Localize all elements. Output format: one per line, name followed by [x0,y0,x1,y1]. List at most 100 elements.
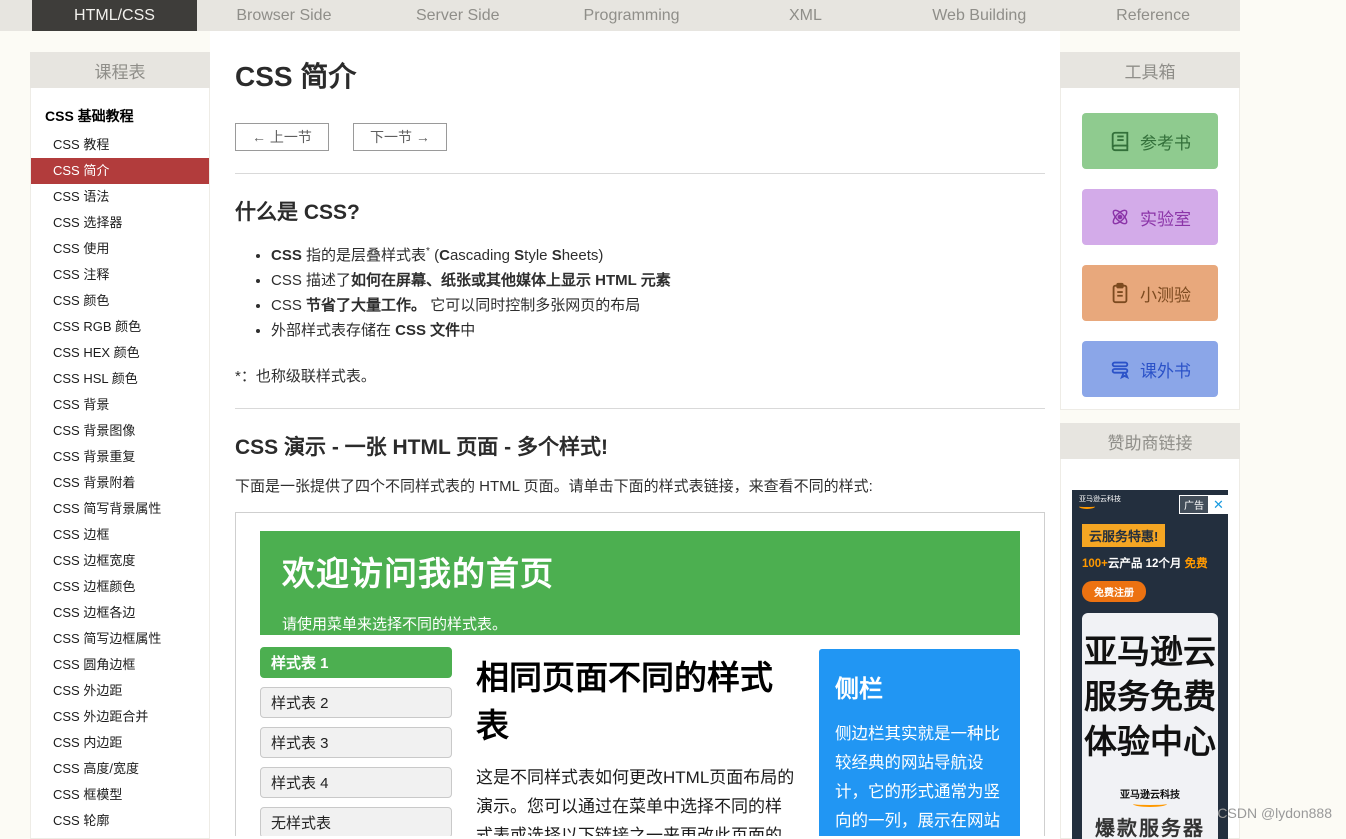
sidebar-item[interactable]: CSS 背景重复 [31,444,209,470]
css-demo-heading: CSS 演示 - 一张 HTML 页面 - 多个样式! [235,431,1045,461]
sidebar-item[interactable]: CSS RGB 颜色 [31,314,209,340]
demo-banner-subtitle: 请使用菜单来选择不同的样式表。 [282,613,998,634]
css-demo-frame: 欢迎访问我的首页 请使用菜单来选择不同的样式表。 样式表 1样式表 2样式表 3… [235,512,1045,836]
sponsor-title: 赞助商链接 [1108,429,1193,454]
ad-promo-suffix: 免费 [1185,558,1208,570]
bullet-item: CSS 描述了如何在屏幕、纸张或其他媒体上显示 HTML 元素 [271,269,1045,293]
page-title: CSS 简介 [235,55,1045,95]
toolbox-button-books[interactable]: 课外书 [1082,341,1218,397]
what-is-css-list: CSS 指的是层叠样式表* (Cascading Style Sheets)CS… [271,240,1045,343]
sidebar-item[interactable]: CSS 内边距 [31,730,209,756]
bullet-item: 外部样式表存储在 CSS 文件中 [271,319,1045,343]
main-content: CSS 简介 ← 上一节 下一节 → 什么是 CSS? CSS 指的是层叠样式表… [235,55,1045,836]
sidebar-item[interactable]: CSS 注释 [31,262,209,288]
sidebar-item[interactable]: CSS 颜色 [31,288,209,314]
ad-promo-badge: 云服务特惠! [1082,524,1165,547]
smile-icon [1133,801,1167,807]
footnote: *：也称级联样式表。 [235,365,1045,386]
toolbox-title: 工具箱 [1125,58,1176,83]
sidebar-item[interactable]: CSS 轮廓 [31,808,209,834]
sidebar-item[interactable]: CSS 简写背景属性 [31,496,209,522]
demo-sidebar-text: 侧边栏其实就是一种比较经典的网站导航设计，它的形式通常为竖向的一列，展示在网站的… [835,720,1004,836]
nav-tab-web-building[interactable]: Web Building [892,0,1066,31]
ad-promo-line: 100+云产品 12个月 免费 [1082,555,1228,571]
divider [235,408,1045,409]
ad-label: 广告 [1179,495,1209,514]
ad-card-brand-text: 亚马逊云科技 [1120,790,1180,801]
toolbox-button-atom[interactable]: 实验室 [1082,189,1218,245]
close-icon[interactable]: ✕ [1209,495,1228,514]
books-icon [1109,358,1131,380]
toolbox-buttons: 参考书实验室小测验课外书 [1060,88,1240,410]
ad-flag: 广告 ✕ [1179,495,1228,514]
demo-menu: 样式表 1 样式表 2 样式表 3 样式表 4 无样式表 [260,647,452,836]
ad-card: 亚马逊云服务免费体验中心 亚马逊云科技 [1082,613,1218,833]
sidebar-item[interactable]: CSS 边框宽度 [31,548,209,574]
nav-tab-programming[interactable]: Programming [545,0,719,31]
bullet-item: CSS 指的是层叠样式表* (Cascading Style Sheets) [271,240,1045,268]
demo-main-text: 这是不同样式表如何更改HTML页面布局的演示。您可以通过在菜单中选择不同的样式表… [476,763,795,836]
ad-card-title: 亚马逊云服务免费体验中心 [1082,629,1218,764]
sidebar-item[interactable]: CSS 圆角边框 [31,652,209,678]
sidebar-item[interactable]: CSS 简写边框属性 [31,626,209,652]
course-list: CSS 基础教程 CSS 教程CSS 简介CSS 语法CSS 选择器CSS 使用… [30,88,210,839]
ad-bottom-text: 爆款服务器 云 [1082,809,1218,839]
toolbox-button-label: 实验室 [1140,205,1191,230]
sidebar-item[interactable]: CSS 边框各边 [31,600,209,626]
demo-menu-item[interactable]: 样式表 1 [260,647,452,678]
next-section-button[interactable]: 下一节 → [353,123,447,151]
ad-cta-button[interactable]: 免费注册 [1082,581,1146,602]
sidebar-item[interactable]: CSS 教程 [31,132,209,158]
nav-tab-server-side[interactable]: Server Side [371,0,545,31]
ad-promo-mid: 云产品 12个月 [1108,558,1182,570]
nav-tab-html-css[interactable]: HTML/CSS [32,0,197,31]
toolbox-button-label: 课外书 [1140,357,1191,382]
sidebar-item[interactable]: CSS 高度/宽度 [31,756,209,782]
nav-tab-xml[interactable]: XML [718,0,892,31]
course-group-heading[interactable]: CSS 基础教程 [31,100,209,132]
course-sidebar-title: 课程表 [95,58,146,83]
course-sidebar: 课程表 CSS 基础教程 CSS 教程CSS 简介CSS 语法CSS 选择器CS… [30,52,210,839]
nav-tab-browser-side[interactable]: Browser Side [197,0,371,31]
sidebar-item[interactable]: CSS HSL 颜色 [31,366,209,392]
nav-tab-reference[interactable]: Reference [1066,0,1240,31]
what-is-css-heading: 什么是 CSS? [235,196,1045,226]
sidebar-item[interactable]: CSS 选择器 [31,210,209,236]
ad-top-bar: 亚马逊云科技 广告 ✕ [1072,490,1228,514]
toolbox-button-label: 小测验 [1140,281,1191,306]
sponsor-panel: 亚马逊云科技 广告 ✕ 云服务特惠! 100+云产品 12个月 免费 免费注册 … [1060,459,1240,839]
demo-menu-item[interactable]: 样式表 4 [260,767,452,798]
sidebar-item[interactable]: CSS 背景 [31,392,209,418]
clipboard-icon [1109,282,1131,304]
sidebar-item[interactable]: CSS 外边距 [31,678,209,704]
sidebar-item[interactable]: CSS 边框 [31,522,209,548]
ad-brand-text: 亚马逊云科技 [1079,496,1121,503]
prev-section-button[interactable]: ← 上一节 [235,123,329,151]
bullet-item: CSS 节省了大量工作。 它可以同时控制多张网页的布局 [271,294,1045,318]
course-sidebar-header: 课程表 [30,52,210,88]
demo-main-heading: 相同页面不同的样式表 [476,651,795,747]
sidebar-item[interactable]: CSS 背景附着 [31,470,209,496]
sidebar-item[interactable]: CSS HEX 颜色 [31,340,209,366]
demo-sidebar-heading: 侧栏 [835,669,1004,704]
demo-menu-item[interactable]: 样式表 3 [260,727,452,758]
demo-sidebar: 侧栏 侧边栏其实就是一种比较经典的网站导航设计，它的形式通常为竖向的一列，展示在… [819,649,1020,836]
ad-card-brand: 亚马逊云科技 [1120,786,1180,807]
demo-menu-item[interactable]: 无样式表 [260,807,452,836]
demo-menu-item[interactable]: 样式表 2 [260,687,452,718]
toolbox-button-reference-book[interactable]: 参考书 [1082,113,1218,169]
sidebar-item[interactable]: CSS 简介 [31,158,209,184]
sidebar-item[interactable]: CSS 外边距合并 [31,704,209,730]
ad-promo-prefix: 100+ [1082,558,1108,570]
sidebar-item[interactable]: CSS 使用 [31,236,209,262]
sidebar-item[interactable]: CSS 边框颜色 [31,574,209,600]
sidebar-item[interactable]: CSS 背景图像 [31,418,209,444]
toolbox-button-clipboard[interactable]: 小测验 [1082,265,1218,321]
css-demo-intro: 下面是一张提供了四个不同样式表的 HTML 页面。请单击下面的样式表链接，来查看… [235,475,1045,496]
ad-banner[interactable]: 亚马逊云科技 广告 ✕ 云服务特惠! 100+云产品 12个月 免费 免费注册 … [1072,490,1228,839]
toolbox-button-label: 参考书 [1140,129,1191,154]
demo-main: 相同页面不同的样式表 这是不同样式表如何更改HTML页面布局的演示。您可以通过在… [476,647,795,836]
sidebar-item[interactable]: CSS 框模型 [31,782,209,808]
sidebar-item[interactable]: CSS 语法 [31,184,209,210]
ad-brand-logo: 亚马逊云科技 [1079,495,1121,509]
